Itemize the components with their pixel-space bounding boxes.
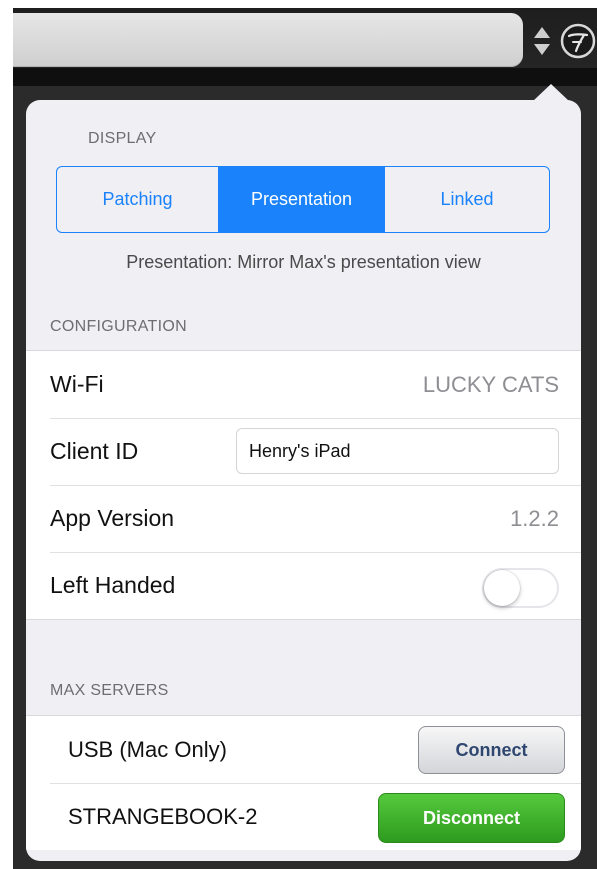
segment-patching[interactable]: Patching [57,167,219,232]
configuration-section-header: CONFIGURATION [50,318,187,335]
server-name: STRANGEBOOK-2 [68,803,258,829]
screen: DISPLAY Patching Presentation Linked Pre… [0,0,597,869]
server-row: USB (Mac Only) Connect [26,716,581,783]
popover-arrow [533,84,569,101]
left-handed-label: Left Handed [50,572,176,598]
wifi-label: Wi-Fi [50,371,104,397]
max-servers-table: USB (Mac Only) Connect STRANGEBOOK-2 Dis… [26,715,581,850]
app-version-row: App Version 1.2.2 [26,485,581,552]
app-version-value: 1.2.2 [510,505,559,531]
disconnect-button[interactable]: Disconnect [378,793,565,843]
wifi-row: Wi-Fi LUCKY CATS [26,351,581,418]
max-servers-section-header: MAX SERVERS [50,682,169,699]
display-mode-description: Presentation: Mirror Max's presentation … [126,252,481,272]
client-id-field[interactable]: Henry's iPad [236,428,559,474]
left-handed-toggle[interactable] [482,568,559,608]
client-id-label: Client ID [50,438,139,464]
toolbar-field[interactable] [13,13,523,67]
server-name: USB (Mac Only) [68,736,227,762]
app-logo-icon[interactable] [559,22,597,60]
toggle-knob [484,570,520,606]
segment-presentation[interactable]: Presentation [219,167,385,232]
server-row: STRANGEBOOK-2 Disconnect [26,783,581,850]
up-down-stepper-icon[interactable] [531,24,553,58]
connect-button[interactable]: Connect [418,726,565,774]
client-id-row: Client ID Henry's iPad [26,418,581,485]
display-section-header: DISPLAY [88,130,157,147]
settings-popover: DISPLAY Patching Presentation Linked Pre… [26,100,581,861]
segment-linked[interactable]: Linked [385,167,549,232]
wifi-value: LUCKY CATS [422,371,559,397]
configuration-table: Wi-Fi LUCKY CATS Client ID Henry's iPad … [26,350,581,620]
left-handed-row: Left Handed [26,552,581,619]
toolbar-rim [13,68,597,86]
display-mode-segmented-control: Patching Presentation Linked [56,166,550,233]
app-version-label: App Version [50,505,175,531]
